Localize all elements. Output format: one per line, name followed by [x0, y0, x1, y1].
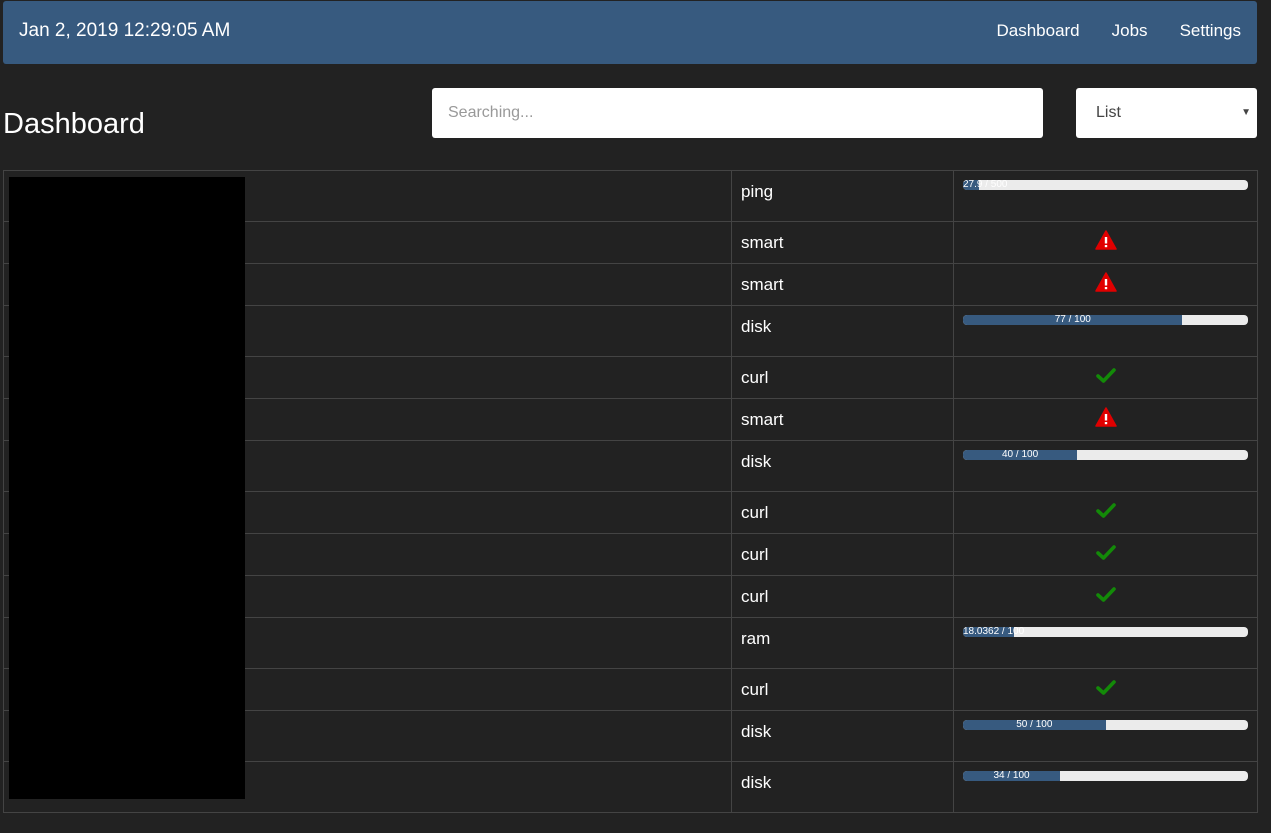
job-type-label: curl: [741, 368, 769, 387]
job-status-cell: 34 / 100: [953, 761, 1258, 813]
search-input[interactable]: [432, 88, 1043, 138]
usage-progress-bar: 34 / 100: [963, 771, 1248, 781]
job-type-cell: ram: [731, 617, 954, 669]
progress-label: 77 / 100: [1054, 315, 1091, 325]
progress-label: 27.9 / 500: [963, 180, 1008, 190]
job-status-cell: [953, 356, 1258, 399]
job-type-cell: disk: [731, 305, 954, 357]
job-status-cell: [953, 221, 1258, 264]
job-status-cell: 40 / 100: [953, 440, 1258, 492]
job-type-label: smart: [741, 233, 784, 252]
nav-link-settings[interactable]: Settings: [1164, 1, 1257, 61]
job-type-cell: disk: [731, 440, 954, 492]
check-icon: [1095, 677, 1117, 697]
job-type-cell: smart: [731, 263, 954, 306]
nav-link-jobs[interactable]: Jobs: [1096, 1, 1164, 61]
job-type-cell: curl: [731, 668, 954, 711]
job-type-cell: smart: [731, 398, 954, 441]
job-type-label: disk: [741, 317, 772, 336]
warning-icon: [1094, 272, 1117, 292]
job-type-label: smart: [741, 410, 784, 429]
usage-progress-bar: 50 / 100: [963, 720, 1248, 730]
view-mode-selected-value: List: [1096, 104, 1121, 121]
job-type-label: ping: [741, 182, 774, 201]
job-type-cell: smart: [731, 221, 954, 264]
job-type-label: disk: [741, 452, 772, 471]
check-icon: [1095, 500, 1117, 520]
progress-label: 50 / 100: [1016, 720, 1053, 730]
redacted-hostnames: [9, 177, 245, 799]
job-type-label: curl: [741, 545, 769, 564]
job-status-cell: [953, 668, 1258, 711]
job-status-cell: [953, 491, 1258, 534]
job-status-cell: 50 / 100: [953, 710, 1258, 762]
job-status-cell: [953, 533, 1258, 576]
job-status-cell: 27.9 / 500: [953, 170, 1258, 222]
progress-label: 40 / 100: [1002, 450, 1039, 460]
job-type-label: curl: [741, 680, 769, 699]
job-status-cell: [953, 398, 1258, 441]
job-status-cell: 18.0362 / 100: [953, 617, 1258, 669]
usage-progress-bar: 27.9 / 500: [963, 180, 1248, 190]
check-icon: [1095, 584, 1117, 604]
job-type-label: disk: [741, 773, 772, 792]
progress-label: 34 / 100: [993, 771, 1030, 781]
job-type-cell: curl: [731, 356, 954, 399]
job-type-cell: disk: [731, 761, 954, 813]
usage-progress-bar: 18.0362 / 100: [963, 627, 1248, 637]
job-status-cell: [953, 575, 1258, 618]
top-navbar: Jan 2, 2019 12:29:05 AM Dashboard Jobs S…: [3, 1, 1257, 64]
job-type-label: curl: [741, 503, 769, 522]
page-title: Dashboard: [3, 108, 145, 140]
check-icon: [1095, 365, 1117, 385]
usage-progress-bar: 40 / 100: [963, 450, 1248, 460]
check-icon: [1095, 542, 1117, 562]
job-type-cell: disk: [731, 710, 954, 762]
navbar-datetime: Jan 2, 2019 12:29:05 AM: [19, 20, 231, 41]
nav-links: Dashboard Jobs Settings: [980, 1, 1257, 61]
view-mode-select[interactable]: List ▼: [1076, 88, 1257, 138]
chevron-down-icon: ▼: [1241, 107, 1251, 118]
job-type-cell: curl: [731, 533, 954, 576]
job-type-label: disk: [741, 722, 772, 741]
job-status-cell: [953, 263, 1258, 306]
job-type-cell: ping: [731, 170, 954, 222]
progress-label: 18.0362 / 100: [963, 627, 1025, 637]
job-status-cell: 77 / 100: [953, 305, 1258, 357]
job-type-cell: curl: [731, 575, 954, 618]
job-type-label: ram: [741, 629, 771, 648]
warning-icon: [1094, 230, 1117, 250]
job-type-label: curl: [741, 587, 769, 606]
job-type-cell: curl: [731, 491, 954, 534]
usage-progress-bar: 77 / 100: [963, 315, 1248, 325]
warning-icon: [1094, 407, 1117, 427]
job-type-label: smart: [741, 275, 784, 294]
nav-link-dashboard[interactable]: Dashboard: [980, 1, 1095, 61]
